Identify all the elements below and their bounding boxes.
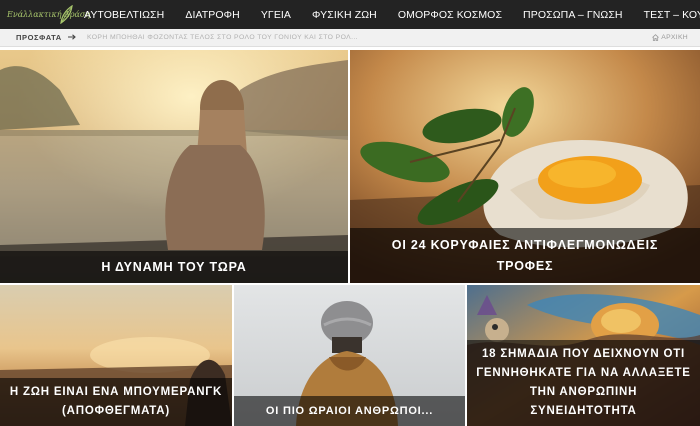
article-title-line: ΟΙ 24 ΚΟΡΥΦΑΙΕΣ ΑΝΤΙΦΛΕΓΜΟΝΩΔΕΙΣ [391,237,659,252]
ticker-headline[interactable]: ΚΟΡΗ ΜΠΟΗΘΑΙ ΦΟΖΟΝΤΑΣ ΤΕΛΟΣ ΣΤΟ ΡΟΛΟ ΤΟΥ… [87,34,358,41]
article-title-line: (ΑΠΟΦΘΕΓΜΑΤΑ) [62,405,170,417]
top-navigation: Ενάλλακτική Δράση ΑΥΤΟΒΕΛΤΙΩΣΗ ΔΙΑΤΡΟΦΗ … [0,0,700,29]
news-ticker: ΠΡΟΣΦΑΤΑ ΚΟΡΗ ΜΠΟΗΘΑΙ ΦΟΖΟΝΤΑΣ ΤΕΛΟΣ ΣΤΟ… [0,29,700,47]
article-title-line: ΤΗΝ ΑΝΘΡΩΠΙΝΗ [529,386,638,398]
logo-text: Ενάλλακτική Δράση [7,10,91,19]
article-title: 18 ΣΗΜΑΔΙΑ ΠΟΥ ΔΕΙΧΝΟΥΝ ΟΤΙ ΓΕΝΝΗΘΗΚΑΤΕ … [467,340,700,426]
nav-item-people-knowledge[interactable]: ΠΡΟΣΩΠΑ – ΓΝΩΣΗ [523,9,623,21]
article-tile-power-of-now[interactable]: Η ΔΥΝΑΜΗ ΤΟΥ ΤΩΡΑ [0,50,348,283]
nav-item-health[interactable]: ΥΓΕΙΑ [261,9,291,21]
nav-item-beautiful-world[interactable]: ΟΜΟΡΦΟΣ ΚΟΣΜΟΣ [398,9,502,21]
article-title-line: Η ΔΥΝΑΜΗ ΤΟΥ ΤΩΡΑ [101,260,247,274]
arrow-right-icon [68,34,76,40]
article-title: ΟΙ ΠΙΟ ΩΡΑΙΟΙ ΑΝΘΡΩΠΟΙ... [234,396,465,426]
article-title-line: ΓΕΝΝΗΘΗΚΑΤΕ ΓΙΑ ΝΑ ΑΛΛΑΞΕΤΕ [476,367,691,379]
article-title: Η ΖΩΗ ΕΙΝΑΙ ΕΝΑ ΜΠΟΥΜΕΡΑΝΓΚ (ΑΠΟΦΘΕΓΜΑΤΑ… [0,378,232,426]
ticker-label: ΠΡΟΣΦΑΤΑ [16,33,62,42]
article-tile-anti-inflammatory-foods[interactable]: ΟΙ 24 ΚΟΡΥΦΑΙΕΣ ΑΝΤΙΦΛΕΓΜΟΝΩΔΕΙΣ ΤΡΟΦΕΣ [350,50,700,283]
article-title-line: Η ΖΩΗ ΕΙΝΑΙ ΕΝΑ ΜΠΟΥΜΕΡΑΝΓΚ [9,386,223,398]
article-tile-most-beautiful-people[interactable]: ΟΙ ΠΙΟ ΩΡΑΙΟΙ ΑΝΘΡΩΠΟΙ... [234,285,465,426]
article-title-line: ΟΙ ΠΙΟ ΩΡΑΙΟΙ ΑΝΘΡΩΠΟΙ... [265,405,434,417]
home-icon [652,33,660,41]
nav-item-nutrition[interactable]: ΔΙΑΤΡΟΦΗ [185,9,240,21]
article-image [0,50,348,283]
article-title-line: 18 ΣΗΜΑΔΙΑ ΠΟΥ ΔΕΙΧΝΟΥΝ ΟΤΙ [481,348,686,360]
leaf-logo-icon [60,5,73,24]
article-title: Η ΔΥΝΑΜΗ ΤΟΥ ΤΩΡΑ [0,251,348,283]
article-title-line: ΣΥΝΕΙΔΗΤΟΤΗΤΑ [530,405,637,417]
nav-item-self-improvement[interactable]: ΑΥΤΟΒΕΛΤΙΩΣΗ [84,9,164,21]
site-logo[interactable]: Ενάλλακτική Δράση [7,5,90,24]
article-tile-change-human-consciousness[interactable]: 18 ΣΗΜΑΔΙΑ ΠΟΥ ΔΕΙΧΝΟΥΝ ΟΤΙ ΓΕΝΝΗΘΗΚΑΤΕ … [467,285,700,426]
article-tile-life-boomerang[interactable]: Η ΖΩΗ ΕΙΝΑΙ ΕΝΑ ΜΠΟΥΜΕΡΑΝΓΚ (ΑΠΟΦΘΕΓΜΑΤΑ… [0,285,232,426]
home-link[interactable]: ΑΡΧΙΚΗ [652,34,688,41]
nav-item-tests-quizzes[interactable]: ΤΕΣΤ – ΚΟΥΙΖ [644,9,700,21]
article-title-line: ΤΡΟΦΕΣ [496,258,554,273]
main-menu: ΑΥΤΟΒΕΛΤΙΩΣΗ ΔΙΑΤΡΟΦΗ ΥΓΕΙΑ ΦΥΣΙΚΗ ΖΩΗ Ο… [84,0,700,29]
home-link-label: ΑΡΧΙΚΗ [661,33,688,41]
article-title: ΟΙ 24 ΚΟΡΥΦΑΙΕΣ ΑΝΤΙΦΛΕΓΜΟΝΩΔΕΙΣ ΤΡΟΦΕΣ [350,228,700,283]
nav-item-natural-life[interactable]: ΦΥΣΙΚΗ ΖΩΗ [312,9,377,21]
